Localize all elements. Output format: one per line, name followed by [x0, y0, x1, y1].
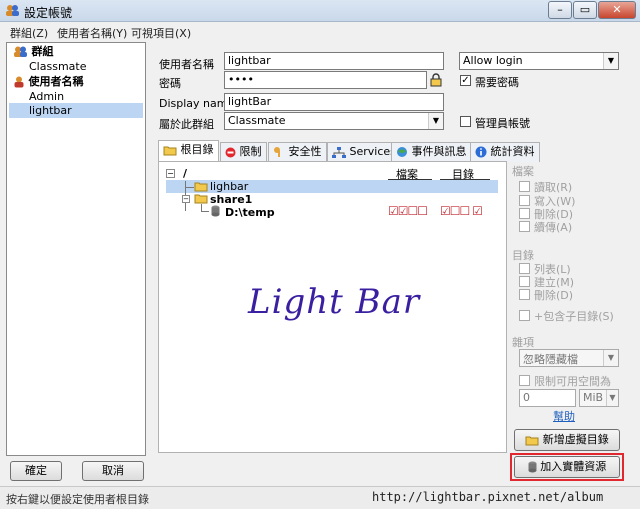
tab-stats[interactable]: 統計資料: [470, 142, 540, 162]
tab-services[interactable]: Services: [327, 142, 401, 162]
status-bar: 按右鍵以便設定使用者根目錄 http://lightbar.pixnet.net…: [0, 486, 640, 509]
close-icon[interactable]: ✕: [598, 1, 636, 19]
group-icon: [14, 46, 27, 57]
menu-bar: 群組(Z) 使用者名稱(Y) 可視項目(X): [0, 22, 640, 40]
tree-branch-line: [201, 204, 209, 212]
admin-label: 管理員帳號: [475, 117, 530, 130]
collapse-icon[interactable]: −: [166, 169, 175, 178]
write-checkbox[interactable]: [519, 195, 530, 206]
sidebar-item-admin[interactable]: Admin: [29, 90, 64, 104]
admin-checkbox[interactable]: [460, 116, 471, 127]
key-icon: [274, 147, 280, 157]
delete-file-checkbox[interactable]: [519, 208, 530, 219]
limit-space-label: 限制可用空間為: [534, 375, 611, 388]
menu-users[interactable]: 使用者名稱(Y): [57, 25, 127, 41]
folder-icon: [163, 146, 177, 155]
dir-row-dtemp[interactable]: D:\temp: [225, 206, 275, 219]
space-unit-select[interactable]: MiB ▼: [579, 389, 619, 407]
dirs-header: 目錄: [512, 249, 534, 262]
login-select[interactable]: Allow login ▼: [459, 52, 619, 70]
dtemp-dir-perms[interactable]: ☑☐☐ ☑: [440, 204, 483, 218]
chevron-down-icon[interactable]: ▼: [603, 350, 618, 366]
lock-icon[interactable]: [430, 73, 442, 90]
limit-space-checkbox[interactable]: [519, 375, 530, 386]
groups-header: 群組: [13, 45, 54, 59]
users-icon: [5, 4, 20, 20]
sidebar-tree[interactable]: 群組 Classmate 使用者名稱 Admin lightbar: [6, 42, 146, 456]
need-password-checkbox[interactable]: ✓: [460, 75, 471, 86]
database-icon: [211, 205, 220, 217]
tab-limits[interactable]: 限制: [220, 142, 267, 162]
collapse-icon[interactable]: −: [182, 195, 190, 203]
delete-dir-checkbox[interactable]: [519, 289, 530, 300]
need-password-label: 需要密碼: [475, 76, 519, 89]
album-url-watermark: http://lightbar.pixnet.net/album: [372, 490, 604, 504]
tab-events[interactable]: 事件與訊息: [391, 142, 472, 162]
chevron-down-icon[interactable]: ▼: [428, 113, 443, 129]
subdirs-label: +包含子目錄(S): [534, 310, 614, 323]
maximize-icon[interactable]: ▭: [573, 1, 597, 19]
display-name-input[interactable]: lightBar: [224, 93, 444, 111]
root-node[interactable]: /: [183, 167, 187, 180]
hidden-files-select[interactable]: 忽略隱藏檔 ▼: [519, 349, 619, 367]
group-select[interactable]: Classmate ▼: [224, 112, 444, 130]
minimize-icon[interactable]: –: [548, 1, 572, 19]
add-physical-resource-button[interactable]: 加入實體資源: [514, 456, 620, 478]
chevron-down-icon[interactable]: ▼: [603, 53, 618, 69]
stop-icon: [225, 147, 236, 157]
folder-icon: [525, 436, 539, 445]
status-text: 按右鍵以便設定使用者根目錄: [6, 493, 149, 506]
database-icon: [528, 461, 537, 473]
misc-header: 雜項: [512, 336, 534, 349]
group-label: 屬於此群組: [159, 118, 214, 131]
ok-button[interactable]: 確定: [10, 461, 62, 481]
user-icon: [14, 76, 24, 88]
chevron-down-icon[interactable]: ▼: [606, 390, 618, 406]
globe-icon: [397, 147, 407, 157]
users-header: 使用者名稱: [13, 75, 84, 89]
sidebar-item-lightbar[interactable]: lightbar: [29, 104, 72, 118]
create-checkbox[interactable]: [519, 276, 530, 287]
files-header: 檔案: [512, 165, 534, 178]
add-virtual-dir-button[interactable]: 新增虛擬目錄: [514, 429, 620, 451]
password-label: 密碼: [159, 77, 181, 90]
space-value-input[interactable]: 0: [519, 389, 576, 407]
read-checkbox[interactable]: [519, 181, 530, 192]
username-label: 使用者名稱: [159, 58, 214, 71]
folder-icon: [194, 194, 208, 204]
info-icon: [475, 146, 487, 158]
dir-row-lighbar[interactable]: lighbar: [210, 180, 248, 193]
tree-branch-line: [185, 187, 194, 188]
menu-groups[interactable]: 群組(Z): [10, 25, 48, 41]
delete-dir-label: 刪除(D): [534, 289, 574, 302]
list-checkbox[interactable]: [519, 263, 530, 274]
network-icon: [332, 146, 346, 158]
append-label: 續傳(A): [534, 221, 573, 234]
password-input[interactable]: ••••: [224, 71, 427, 89]
sidebar-item-classmate[interactable]: Classmate: [29, 60, 86, 74]
cancel-button[interactable]: 取消: [82, 461, 144, 481]
display-name-label: Display name: [159, 97, 235, 110]
dtemp-file-perms[interactable]: ☑☑☐☐: [388, 204, 428, 218]
title-bar: 設定帳號 – ▭ ✕: [0, 0, 640, 22]
username-input[interactable]: lightbar: [224, 52, 444, 70]
subdirs-checkbox[interactable]: [519, 310, 530, 321]
tab-security[interactable]: 安全性: [268, 142, 327, 162]
window-title: 設定帳號: [24, 6, 73, 20]
help-link[interactable]: 幫助: [553, 408, 575, 424]
folder-icon: [194, 182, 208, 192]
tab-root-dir[interactable]: 根目錄: [158, 140, 219, 162]
append-checkbox[interactable]: [519, 221, 530, 232]
menu-view[interactable]: 可視項目(X): [131, 25, 191, 41]
light-bar-watermark: Light Bar: [248, 282, 421, 322]
